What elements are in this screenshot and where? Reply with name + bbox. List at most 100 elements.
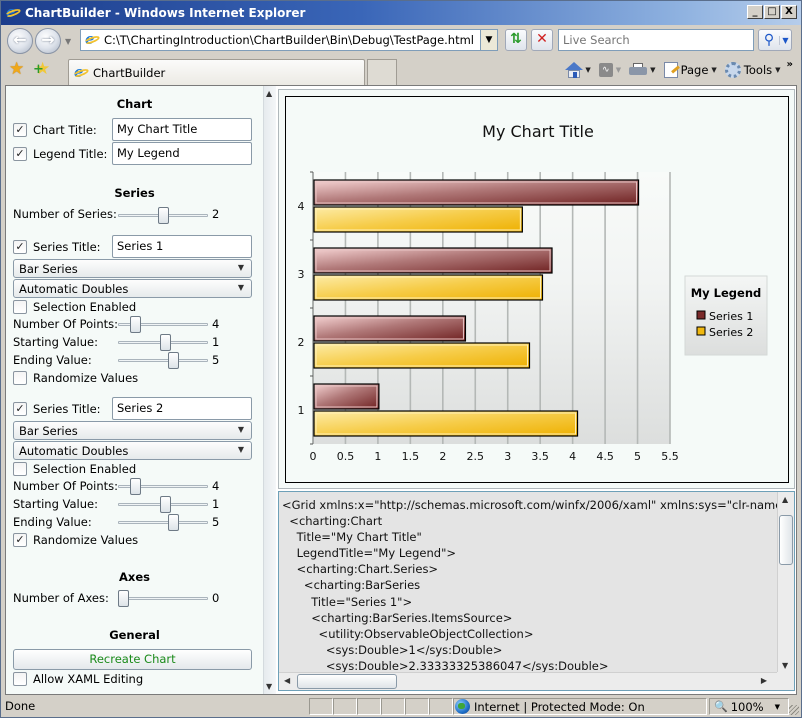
series2-selection-row: Selection Enabled — [13, 462, 136, 476]
series2-end-slider[interactable] — [118, 513, 208, 531]
scroll-up-arrow-icon[interactable]: ▲ — [782, 495, 788, 504]
address-dropdown[interactable]: ▼ — [480, 30, 497, 50]
search-button[interactable]: ⚲ ▼ — [758, 29, 792, 51]
scroll-up-arrow-icon[interactable]: ▲ — [266, 89, 272, 98]
address-url[interactable]: C:\T\ChartingIntroduction\ChartBuilder\B… — [104, 33, 474, 47]
chart-title-input[interactable]: My Chart Title — [112, 118, 252, 141]
series2-title-input[interactable]: Series 2 — [112, 397, 252, 420]
series1-end-label: Ending Value: — [13, 353, 92, 367]
favorites-star-icon[interactable]: ★ — [9, 59, 24, 79]
toolbar-overflow-chevron-icon[interactable]: » — [787, 59, 793, 70]
series1-title-checkbox[interactable]: ✓ — [13, 240, 27, 254]
search-input[interactable] — [559, 30, 753, 50]
series1-points-label: Number Of Points: — [13, 317, 119, 331]
series1-type-value: Bar Series — [19, 262, 78, 276]
allow-xaml-checkbox[interactable] — [13, 672, 27, 686]
status-text: Done — [5, 699, 36, 713]
slider-thumb[interactable] — [130, 316, 141, 333]
number-of-series-slider[interactable] — [118, 206, 208, 224]
series1-title-input[interactable]: Series 1 — [112, 235, 252, 258]
zoom-dropdown[interactable]: ▼ — [775, 703, 780, 711]
stop-button[interactable]: ✕ — [531, 29, 553, 51]
chart-title-checkbox[interactable]: ✓ — [13, 123, 27, 137]
zoom-control[interactable]: 🔍 100% ▼ — [714, 698, 780, 715]
close-button[interactable]: X — [781, 5, 797, 19]
series1-data-select[interactable]: Automatic Doubles ▼ — [13, 279, 252, 298]
series1-data-value: Automatic Doubles — [19, 282, 129, 296]
page-dropdown[interactable]: ▼ — [711, 66, 716, 74]
series2-randomize-checkbox[interactable]: ✓ — [13, 533, 27, 547]
series2-title-label: Series Title: — [33, 402, 101, 416]
new-tab-button[interactable] — [367, 59, 397, 85]
ie-logo-icon: e — [4, 3, 22, 21]
tools-menu[interactable]: Tools ▼ — [723, 62, 783, 78]
series2-data-select[interactable]: Automatic Doubles ▼ — [13, 441, 252, 460]
feeds-button[interactable]: ∿ ▼ — [597, 63, 623, 77]
chart-section-heading: Chart — [116, 97, 153, 111]
scroll-down-arrow-icon[interactable]: ▼ — [782, 661, 788, 670]
slider-thumb[interactable] — [158, 207, 169, 224]
forward-button[interactable]: → — [35, 28, 61, 54]
series1-type-select[interactable]: Bar Series ▼ — [13, 259, 252, 278]
page-icon — [663, 62, 678, 78]
series2-type-select[interactable]: Bar Series ▼ — [13, 421, 252, 440]
scroll-right-arrow-icon[interactable]: ▶ — [761, 676, 767, 685]
scrollbar-thumb[interactable] — [297, 674, 397, 689]
slider-thumb[interactable] — [130, 478, 141, 495]
bar-series1-cat1 — [313, 383, 380, 410]
series1-randomize-label: Randomize Values — [33, 371, 139, 385]
scroll-left-arrow-icon[interactable]: ◀ — [284, 676, 290, 685]
back-button[interactable]: ← — [7, 28, 33, 54]
series1-randomize-checkbox[interactable] — [13, 371, 27, 385]
maximize-button[interactable]: □ — [764, 5, 780, 19]
series2-title-checkbox[interactable]: ✓ — [13, 402, 27, 416]
slider-thumb[interactable] — [160, 334, 172, 351]
navigation-bar: ← → ▼ e C:\T\ChartingIntroduction\ChartB… — [1, 25, 801, 55]
series2-start-slider[interactable] — [118, 495, 208, 513]
series2-selection-checkbox[interactable] — [13, 462, 27, 476]
search-box[interactable] — [558, 29, 754, 51]
xaml-vertical-scrollbar[interactable]: ▲ ▼ — [777, 492, 794, 673]
refresh-icon: ⇅ — [510, 31, 522, 47]
scrollbar-thumb[interactable] — [779, 515, 793, 565]
series1-end-slider[interactable] — [118, 351, 208, 369]
panel-scrollbar[interactable]: ▲ ▼ — [263, 86, 276, 694]
print-dropdown[interactable]: ▼ — [650, 66, 655, 74]
add-favorites-icon[interactable]: ★ + — [33, 59, 50, 79]
xaml-viewer[interactable]: <Grid xmlns:x="http://schemas.microsoft.… — [278, 491, 795, 691]
page-menu[interactable]: Page ▼ — [662, 62, 719, 78]
address-bar[interactable]: e C:\T\ChartingIntroduction\ChartBuilder… — [80, 29, 498, 51]
refresh-button[interactable]: ⇅ — [505, 29, 527, 51]
feeds-dropdown[interactable]: ▼ — [616, 66, 621, 74]
allow-xaml-row: Allow XAML Editing — [13, 672, 143, 686]
scroll-down-arrow-icon[interactable]: ▼ — [266, 682, 272, 691]
tab-chartbuilder[interactable]: e ChartBuilder — [68, 59, 365, 85]
print-button[interactable]: ▼ — [627, 63, 657, 77]
home-button[interactable]: ▼ — [563, 62, 592, 78]
xaml-text[interactable]: <Grid xmlns:x="http://schemas.microsoft.… — [279, 492, 777, 673]
xaml-horizontal-scrollbar[interactable]: ◀ ▶ — [279, 672, 777, 690]
resize-grip[interactable] — [789, 705, 799, 715]
slider-thumb[interactable] — [118, 590, 129, 607]
search-options-dropdown[interactable]: ▼ — [779, 35, 791, 45]
series1-selection-checkbox[interactable] — [13, 300, 27, 314]
slider-thumb[interactable] — [168, 514, 180, 531]
series1-points-slider[interactable] — [118, 315, 208, 333]
legend-title-input[interactable]: My Legend — [112, 142, 252, 165]
legend-title-checkbox[interactable]: ✓ — [13, 147, 27, 161]
zone-text: Internet | Protected Mode: On — [474, 699, 645, 714]
x-tick-label: 5.5 — [661, 450, 679, 463]
forward-arrow-icon: → — [41, 30, 55, 49]
security-zone[interactable]: Internet | Protected Mode: On — [455, 698, 645, 715]
series1-start-slider[interactable] — [118, 333, 208, 351]
minimize-button[interactable]: _ — [747, 5, 763, 19]
home-dropdown[interactable]: ▼ — [585, 66, 590, 74]
allow-xaml-label: Allow XAML Editing — [33, 672, 144, 686]
series2-points-slider[interactable] — [118, 477, 208, 495]
recent-pages-dropdown[interactable]: ▼ — [65, 37, 71, 46]
recreate-chart-button[interactable]: Recreate Chart — [13, 649, 252, 670]
slider-thumb[interactable] — [168, 352, 180, 369]
slider-thumb[interactable] — [160, 496, 172, 513]
tools-dropdown[interactable]: ▼ — [775, 66, 780, 74]
number-of-axes-slider[interactable] — [118, 589, 208, 607]
